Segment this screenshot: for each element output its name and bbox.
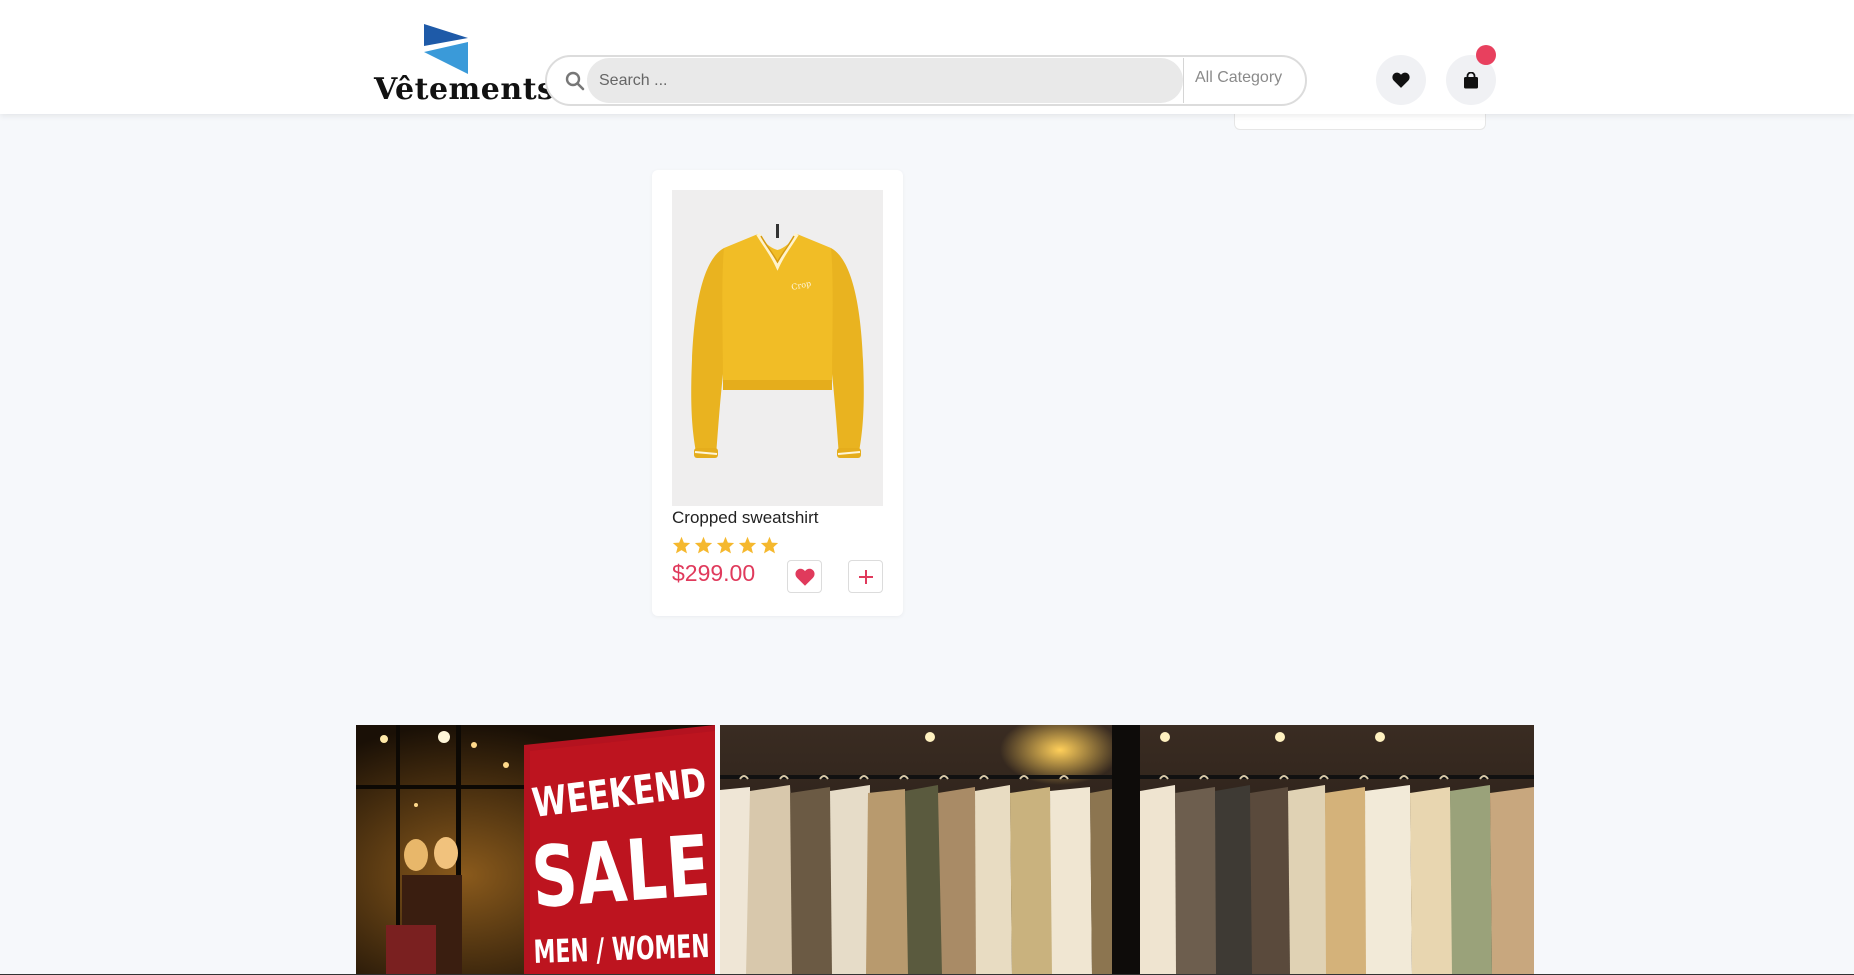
product-price: $299.00	[672, 560, 756, 586]
logo-mark	[424, 24, 468, 74]
weekend-sale-banner[interactable]: WEEKEND SALE MEN / WOMEN	[356, 725, 715, 975]
search-icon[interactable]	[565, 71, 585, 91]
star-icon	[672, 536, 691, 554]
add-to-cart-button[interactable]	[848, 560, 883, 593]
add-to-wishlist-button[interactable]	[787, 560, 822, 593]
banner-text-sale: SALE	[529, 817, 713, 927]
logo[interactable]: Vêtements	[374, 24, 555, 108]
banner-text-men-women: MEN / WOMEN	[533, 927, 710, 971]
heart-icon	[794, 568, 815, 586]
star-icon	[716, 536, 735, 554]
star-icon	[760, 536, 779, 554]
search-divider	[1183, 58, 1184, 103]
search-input[interactable]	[587, 58, 1183, 103]
cart-badge	[1476, 45, 1496, 65]
shopping-bag-icon	[1464, 71, 1478, 88]
star-icon	[738, 536, 757, 554]
heart-icon	[1392, 72, 1410, 88]
clothing-rack-banner[interactable]	[720, 725, 1534, 975]
logo-text: Vêtements	[374, 72, 555, 107]
wishlist-button[interactable]	[1376, 55, 1426, 105]
search-bar: All Category	[545, 55, 1307, 106]
rating-stars	[672, 536, 779, 554]
product-image[interactable]: Crop	[672, 190, 883, 506]
product-title[interactable]: Cropped sweatshirt	[672, 508, 818, 528]
product-card[interactable]: Crop Cropped sweatshirt $299.00	[652, 170, 903, 616]
clothing-rack-image	[720, 725, 1534, 975]
sweatshirt-image: Crop	[672, 190, 883, 506]
weekend-sale-image: WEEKEND SALE MEN / WOMEN	[356, 725, 715, 975]
plus-icon	[858, 569, 873, 584]
star-icon	[694, 536, 713, 554]
site-header: Vêtements All Category	[0, 0, 1854, 114]
category-select[interactable]: All Category	[1195, 69, 1282, 87]
